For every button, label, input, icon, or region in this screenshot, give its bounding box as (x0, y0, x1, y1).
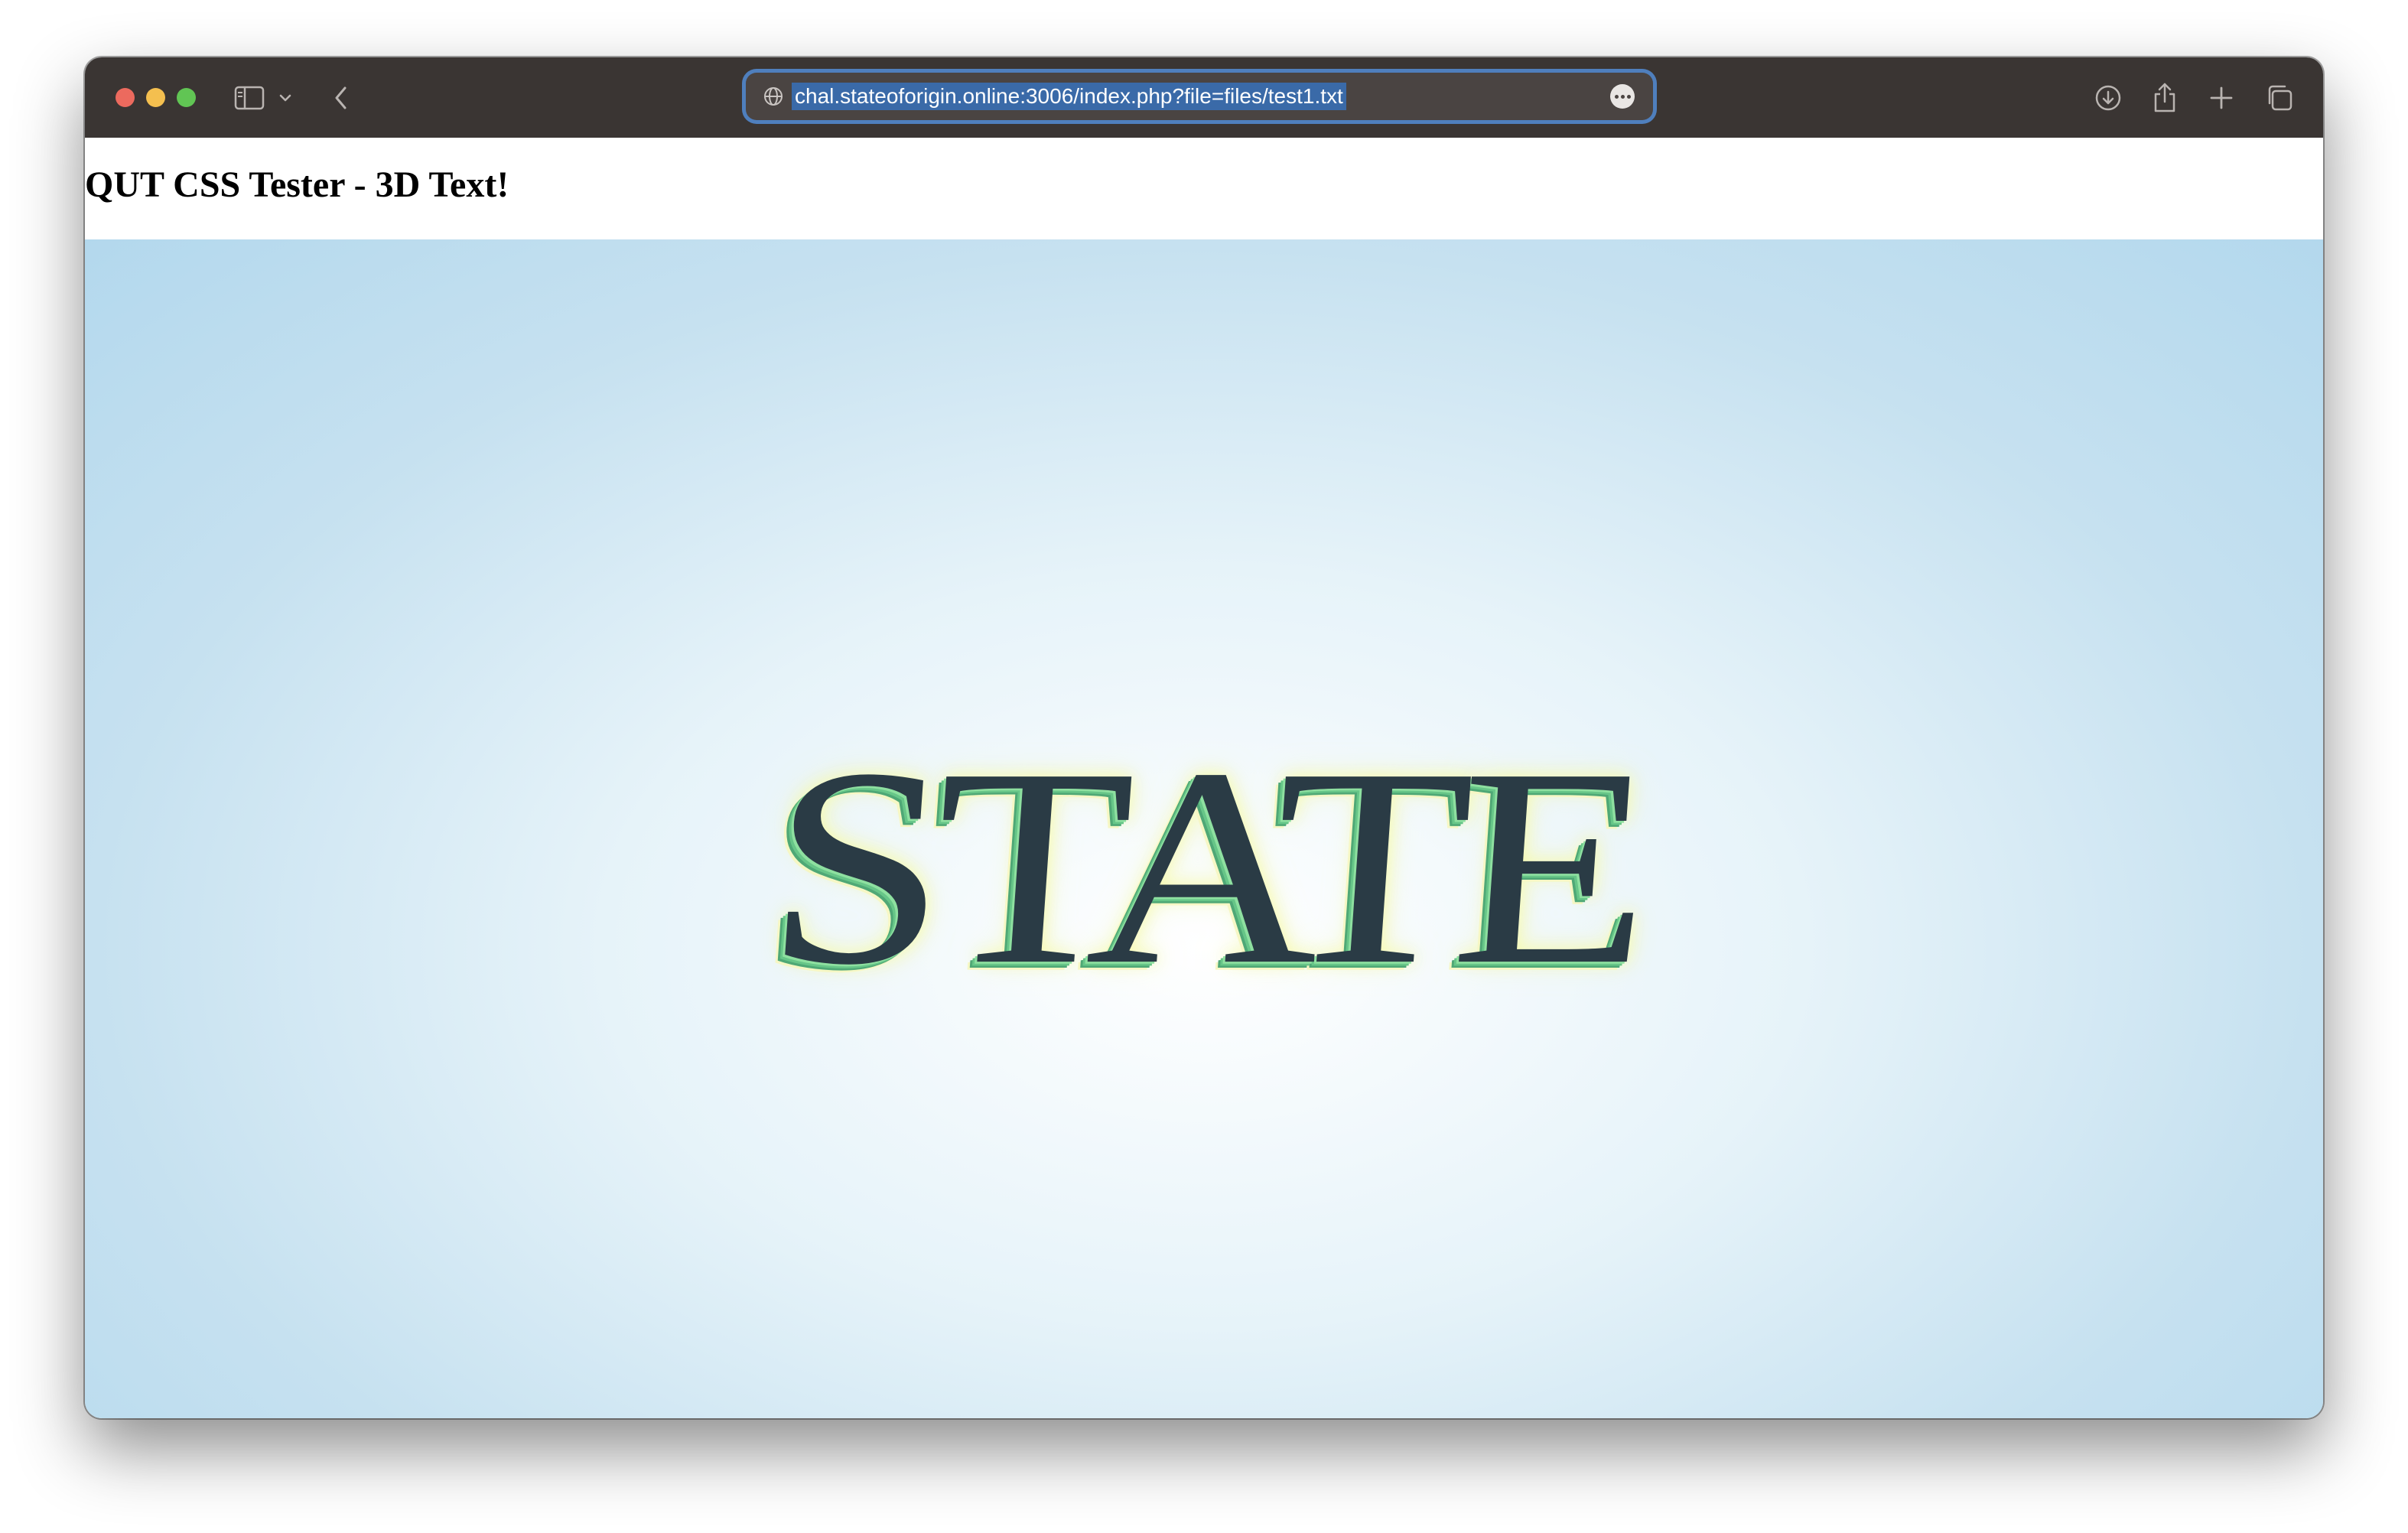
back-arrow-icon[interactable] (322, 79, 360, 117)
display-stage: STATE (85, 239, 2323, 1418)
browser-window: chal.stateoforigin.online:3006/index.php… (85, 57, 2323, 1418)
download-icon[interactable] (2089, 79, 2127, 117)
page-title: QUT CSS Tester - 3D Text! (85, 164, 509, 205)
chevron-down-icon[interactable] (270, 79, 301, 117)
minimize-window-button[interactable] (146, 88, 165, 107)
share-icon[interactable] (2146, 79, 2184, 117)
sidebar-icon[interactable] (230, 79, 268, 117)
close-window-button[interactable] (116, 88, 135, 107)
browser-toolbar: chal.stateoforigin.online:3006/index.php… (85, 57, 2323, 138)
3d-display-text: STATE (758, 709, 1650, 1024)
address-bar[interactable]: chal.stateoforigin.online:3006/index.php… (746, 73, 1653, 120)
plus-icon[interactable] (2202, 79, 2240, 117)
more-icon[interactable] (1610, 84, 1635, 109)
page-header: QUT CSS Tester - 3D Text! (85, 138, 2323, 239)
tabs-overview-icon[interactable] (2260, 79, 2299, 117)
maximize-window-button[interactable] (177, 88, 196, 107)
globe-icon (763, 86, 784, 107)
url-text[interactable]: chal.stateoforigin.online:3006/index.php… (792, 83, 1346, 110)
